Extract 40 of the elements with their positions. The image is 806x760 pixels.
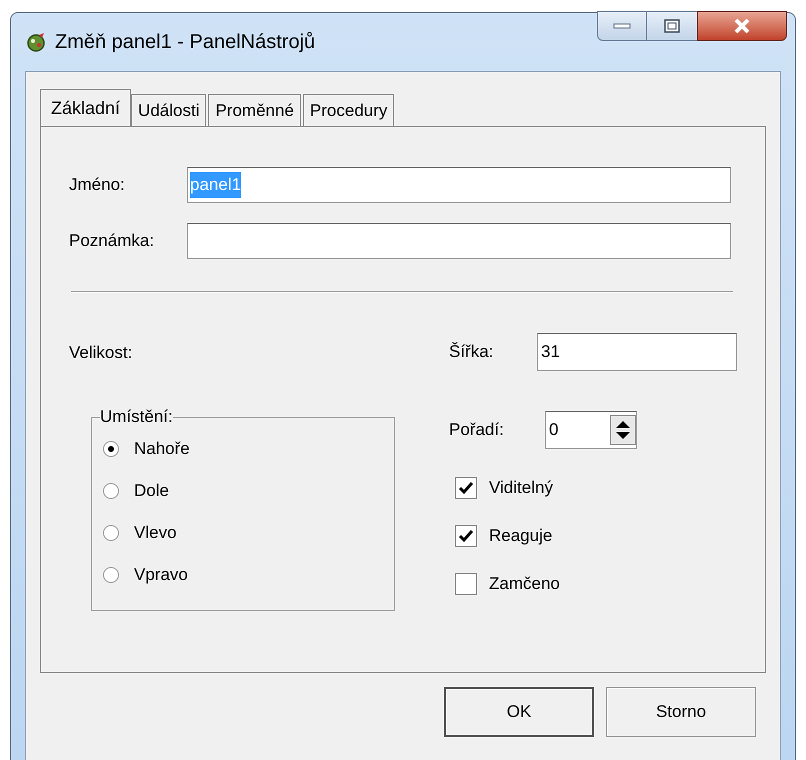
field-label: Jméno: xyxy=(69,174,126,196)
radio-label: Vlevo xyxy=(134,522,177,544)
input-text: 31 xyxy=(541,341,560,364)
maximize-icon xyxy=(664,19,680,33)
close-button[interactable] xyxy=(697,11,787,41)
order-spinner[interactable]: 0 xyxy=(545,411,637,449)
checkbox[interactable] xyxy=(455,573,477,595)
window-title: Změň panel1 - PanelNástrojů xyxy=(55,30,316,55)
tab[interactable]: Základní xyxy=(40,89,132,127)
dialog-button[interactable]: Storno xyxy=(606,687,756,737)
close-icon xyxy=(733,18,751,34)
checkbox[interactable] xyxy=(455,525,477,547)
field-label: Šířka: xyxy=(449,341,494,364)
checkbox-label: Viditelný xyxy=(489,477,553,500)
tab[interactable]: Události xyxy=(131,94,206,126)
checkbox-label: Reaguje xyxy=(489,525,552,548)
checkbox[interactable] xyxy=(455,477,477,499)
minimize-icon xyxy=(613,23,631,29)
app-icon xyxy=(25,31,47,53)
input-text: panel1 xyxy=(190,172,242,198)
radio-button[interactable] xyxy=(102,524,120,542)
size-label: Velikost: xyxy=(69,342,132,364)
spin-arrows-icon xyxy=(610,415,636,445)
field-label: Poznámka: xyxy=(69,230,156,252)
checkbox-label: Zamčeno xyxy=(489,573,560,596)
radio-label: Nahoře xyxy=(134,438,190,460)
radio-label: Vpravo xyxy=(134,564,188,586)
field-label: Pořadí: xyxy=(449,419,505,442)
minimize-button[interactable] xyxy=(597,11,647,41)
radio-button[interactable] xyxy=(102,482,120,500)
radio-button[interactable] xyxy=(102,566,120,584)
note-input[interactable] xyxy=(187,223,731,259)
tab[interactable]: Procedury xyxy=(302,94,394,126)
radio-label: Dole xyxy=(134,480,169,502)
maximize-button[interactable] xyxy=(647,11,697,41)
tab[interactable]: Proměnné xyxy=(208,94,301,126)
width-input[interactable]: 31 xyxy=(537,333,737,371)
input-text: 0 xyxy=(549,419,558,442)
dialog-button[interactable]: OK xyxy=(444,687,594,737)
radio-button[interactable] xyxy=(102,440,120,458)
